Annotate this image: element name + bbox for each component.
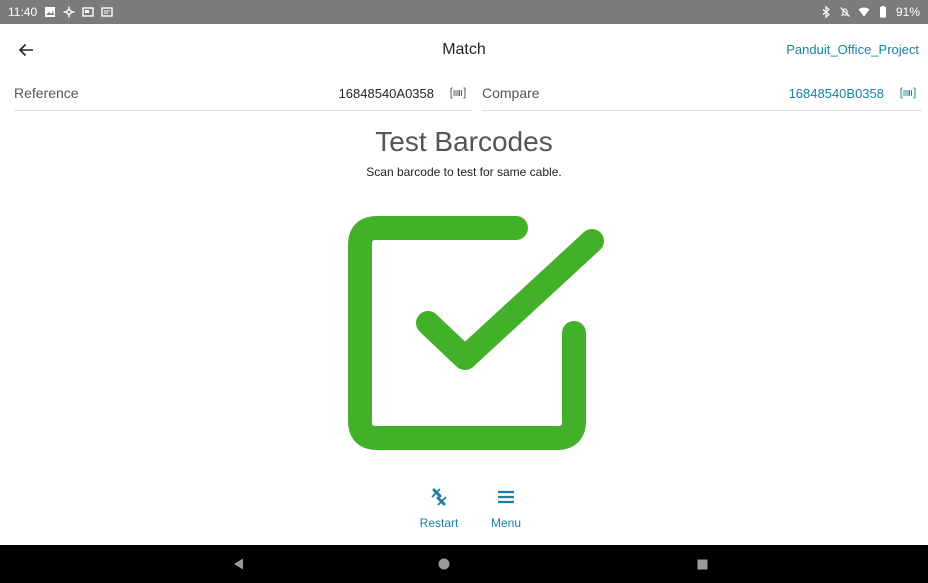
reference-value: 16848540A0358 [338,85,434,101]
network-icon [63,6,75,18]
project-link[interactable]: Panduit_Office_Project [786,42,919,57]
cast-icon [82,6,94,18]
nav-home-icon [438,558,450,570]
match-success-icon [340,208,610,458]
navigation-bar [0,545,928,583]
menu-button[interactable]: Menu [484,486,528,530]
nav-home-button[interactable] [414,545,474,583]
battery-percent: 91% [895,5,920,19]
barcode-scan-icon[interactable] [450,87,466,99]
compare-field[interactable]: Compare 16848540B0358 [482,76,922,111]
bottom-actions: Restart Menu [0,486,928,534]
image-icon [44,6,56,18]
heading: Test Barcodes [375,126,553,157]
compare-value: 16848540B0358 [788,85,884,101]
screenshot-icon [101,6,113,18]
nav-recents-icon [697,559,707,569]
reference-label: Reference [14,85,79,101]
status-right: 91% [820,5,920,19]
status-left: 11:40 [8,5,113,19]
battery-icon [877,6,889,18]
barcode-fields: Reference 16848540A0358 Compare 16848540… [0,76,928,112]
app-bar: Match Panduit_Office_Project [0,24,928,76]
status-time: 11:40 [8,5,38,19]
compare-label: Compare [482,85,540,101]
wifi-icon [858,6,870,18]
reference-field[interactable]: Reference 16848540A0358 [14,76,472,111]
instruction-text: Scan barcode to test for same cable. [366,165,562,179]
menu-label: Menu [490,516,522,530]
nav-back-button[interactable] [209,545,269,583]
menu-icon [498,490,514,504]
status-bar: 11:40 91% [0,0,928,24]
restart-icon [431,488,447,506]
bluetooth-icon [820,6,832,18]
barcode-scan-icon[interactable] [900,87,916,99]
restart-button[interactable]: Restart [415,486,463,530]
nav-back-icon [234,558,243,570]
mute-icon [839,6,851,18]
restart-label: Restart [419,516,459,530]
nav-recents-button[interactable] [672,545,732,583]
